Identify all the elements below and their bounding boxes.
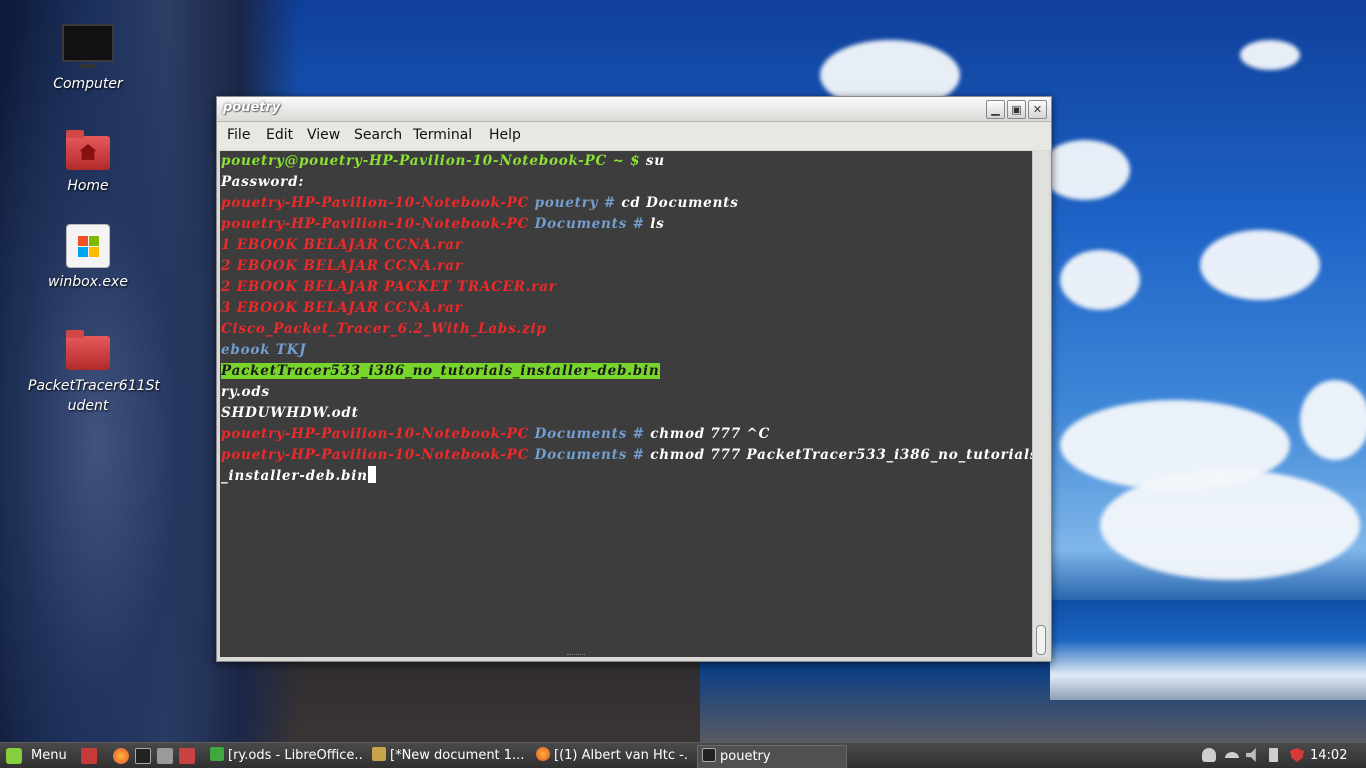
terminal-file-entry: ry.ods — [221, 384, 270, 400]
maximize-button[interactable]: ▣ — [1007, 100, 1026, 119]
show-desktop-icon[interactable] — [81, 748, 97, 764]
close-button[interactable]: ✕ — [1028, 100, 1047, 119]
text-editor-icon — [372, 747, 386, 761]
menu-view[interactable]: View — [307, 127, 340, 143]
firefox-icon[interactable] — [113, 748, 129, 764]
folder-icon — [66, 330, 110, 370]
menubar: File Edit View Search Terminal Help — [217, 122, 1051, 150]
terminal-icon[interactable] — [135, 748, 151, 764]
window-title: pouetry — [223, 100, 281, 115]
terminal-file-entry: 2 EBOOK BELAJAR PACKET TRACER.rar — [221, 279, 557, 295]
desktop-icon-label: PacketTracer611St — [28, 378, 160, 394]
menu-file[interactable]: File — [227, 127, 250, 143]
terminal-scrollbar[interactable] — [1032, 151, 1049, 657]
resize-grip[interactable] — [567, 654, 585, 659]
clock[interactable]: 14:02 — [1310, 748, 1347, 763]
desktop-icon-packettracer[interactable]: PacketTracer611St udent — [28, 330, 160, 416]
desktop-icon-label: udent — [67, 398, 109, 414]
menu-terminal[interactable]: Terminal — [413, 127, 472, 143]
firefox-icon — [536, 747, 550, 761]
terminal-file-entry: 1 EBOOK BELAJAR CCNA.rar — [221, 237, 463, 253]
menu-search[interactable]: Search — [354, 127, 402, 143]
task-label: [ry.ods - LibreOffice... — [228, 748, 362, 763]
terminal-file-entry: Cisco_Packet_Tracer_6.2_With_Labs.zip — [221, 321, 547, 337]
taskbar: Menu [ry.ods - LibreOffice... [*New docu… — [0, 742, 1366, 768]
monitor-icon — [62, 24, 114, 68]
desktop-icon-label: Home — [67, 178, 109, 194]
task-text-editor[interactable]: [*New document 1... — [372, 745, 524, 767]
terminal-file-entry: 3 EBOOK BELAJAR CCNA.rar — [221, 300, 463, 316]
terminal-line: pouetry-HP-Pavilion-10-Notebook-PC Docum… — [221, 216, 665, 232]
task-firefox[interactable]: [(1) Albert van Htc -... — [536, 745, 688, 767]
terminal-line: pouetry-HP-Pavilion-10-Notebook-PC pouet… — [221, 195, 739, 211]
terminal-file-entry: 2 EBOOK BELAJAR CCNA.rar — [221, 258, 463, 274]
desktop-icon-label: winbox.exe — [48, 274, 128, 290]
task-label: [*New document 1... — [390, 748, 524, 763]
task-libreoffice-calc[interactable]: [ry.ods - LibreOffice... — [210, 745, 362, 767]
text-cursor — [367, 466, 376, 483]
wifi-icon[interactable] — [1225, 752, 1239, 764]
shield-update-icon[interactable] — [1290, 748, 1304, 762]
desktop-icon-winbox[interactable]: winbox.exe — [28, 224, 148, 292]
desktop-icon-label: Computer — [53, 76, 123, 92]
terminal-line: Password: — [221, 174, 305, 190]
user-icon[interactable] — [1202, 748, 1216, 762]
terminal-file-entry: PacketTracer533_i386_no_tutorials_instal… — [221, 363, 660, 379]
mint-logo-icon — [6, 748, 22, 764]
volume-icon[interactable] — [1246, 748, 1256, 762]
terminal-input-line[interactable]: _installer-deb.bin — [221, 466, 376, 487]
task-label: pouetry — [720, 749, 771, 764]
terminal-dir-entry: ebook TKJ — [221, 342, 307, 358]
battery-icon[interactable] — [1269, 748, 1278, 762]
terminal-line: pouetry-HP-Pavilion-10-Notebook-PC Docum… — [221, 447, 1032, 463]
menu-edit[interactable]: Edit — [266, 127, 293, 143]
files-icon[interactable] — [179, 748, 195, 764]
terminal-line: pouetry@pouetry-HP-Pavilion-10-Notebook-… — [221, 153, 665, 169]
desktop-icon-computer[interactable]: Computer — [28, 24, 148, 94]
task-label: [(1) Albert van Htc -... — [554, 748, 688, 763]
menu-label: Menu — [31, 748, 67, 763]
terminal-line: pouetry-HP-Pavilion-10-Notebook-PC Docum… — [221, 426, 771, 442]
windows-exe-icon — [66, 224, 110, 268]
home-folder-icon — [66, 130, 110, 170]
terminal-output[interactable]: pouetry@pouetry-HP-Pavilion-10-Notebook-… — [220, 151, 1032, 657]
menu-help[interactable]: Help — [489, 127, 521, 143]
minimize-button[interactable]: ▁ — [986, 100, 1005, 119]
window-titlebar[interactable]: pouetry ▁ ▣ ✕ — [217, 97, 1051, 122]
desktop-icon-home[interactable]: Home — [28, 130, 148, 196]
screenshot-icon[interactable] — [157, 748, 173, 764]
terminal-window[interactable]: pouetry ▁ ▣ ✕ File Edit View Search Term… — [216, 96, 1052, 662]
terminal-icon — [702, 748, 716, 762]
calc-icon — [210, 747, 224, 761]
terminal-file-entry: SHDUWHDW.odt — [221, 405, 359, 421]
task-terminal[interactable]: pouetry — [697, 745, 847, 768]
scrollbar-thumb[interactable] — [1036, 625, 1046, 655]
